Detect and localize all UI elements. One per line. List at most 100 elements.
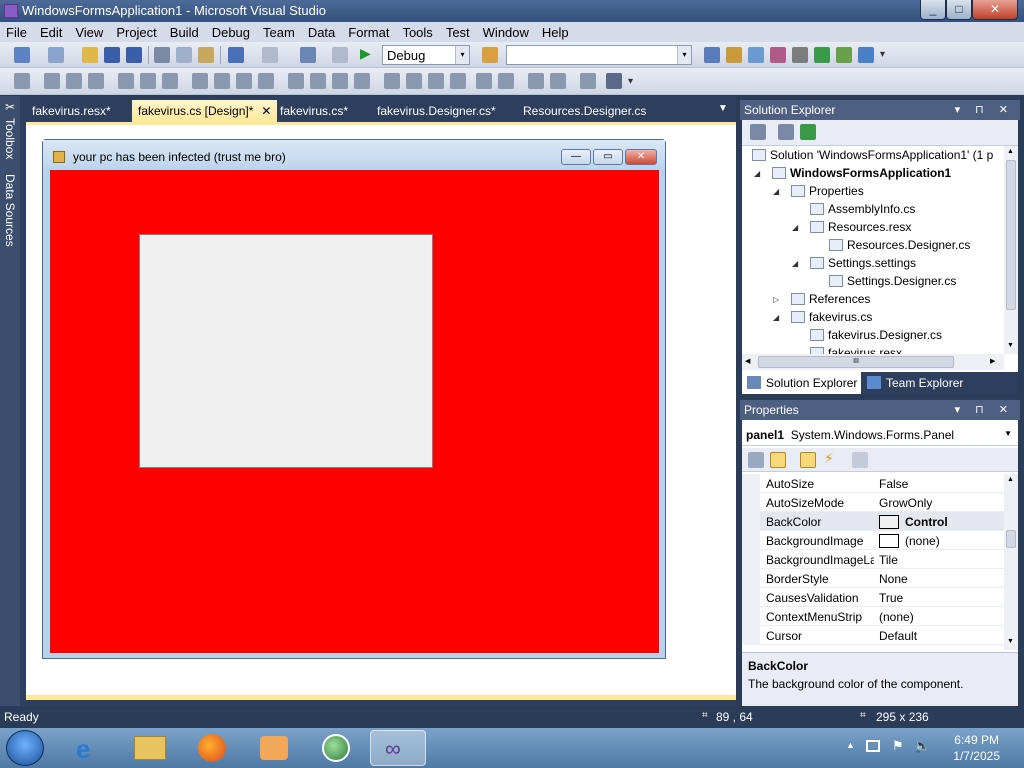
properties-window-icon[interactable] bbox=[726, 47, 742, 63]
tree-node-fakevirus-designer[interactable]: fakevirus.Designer.cs bbox=[810, 328, 942, 342]
add-item-icon[interactable] bbox=[48, 47, 64, 63]
property-row[interactable]: ContextMenuStrip (none) bbox=[742, 607, 1004, 626]
align-lefts-icon[interactable] bbox=[44, 73, 60, 89]
align-tops-icon[interactable] bbox=[118, 73, 134, 89]
vertical-spacing-increase-icon[interactable] bbox=[406, 73, 422, 89]
solution-vertical-scrollbar[interactable]: ▲ ▼ bbox=[1004, 146, 1018, 354]
save-all-icon[interactable] bbox=[126, 47, 142, 63]
open-folder-icon[interactable] bbox=[82, 47, 98, 63]
start-button[interactable] bbox=[6, 730, 44, 766]
tree-node-properties[interactable]: ◢ Properties bbox=[773, 184, 864, 198]
solution-configuration-dropdown[interactable]: Debug ▾ bbox=[382, 45, 470, 65]
vertical-spacing-decrease-icon[interactable] bbox=[428, 73, 444, 89]
property-row[interactable]: BackgroundImageLa Tile bbox=[742, 550, 1004, 569]
scroll-up-icon[interactable]: ▲ bbox=[1007, 148, 1014, 155]
size-to-grid-icon[interactable] bbox=[214, 73, 230, 89]
send-to-back-icon[interactable] bbox=[550, 73, 566, 89]
events-icon[interactable]: ⚡ bbox=[824, 450, 840, 466]
make-same-width-icon[interactable] bbox=[192, 73, 208, 89]
tree-node-settings-designer[interactable]: Settings.Designer.cs bbox=[829, 274, 956, 288]
taskbar-visual-studio[interactable]: ∞ bbox=[370, 730, 426, 766]
menu-tools[interactable]: Tools bbox=[396, 22, 439, 40]
solution-explorer-icon[interactable] bbox=[704, 47, 720, 63]
system-clock[interactable]: 6:49 PM 1/7/2025 bbox=[953, 732, 1000, 764]
scroll-down-icon[interactable]: ▼ bbox=[1007, 638, 1014, 645]
property-value[interactable]: False bbox=[879, 477, 908, 491]
property-value-container[interactable]: Control bbox=[879, 515, 948, 529]
menu-format[interactable]: Format bbox=[342, 22, 396, 40]
tab-fakevirus-cs-design[interactable]: fakevirus.cs [Design]* ✕ bbox=[132, 100, 278, 122]
tab-order-icon[interactable] bbox=[580, 73, 596, 89]
solution-horizontal-scrollbar[interactable]: ◀ III ▶ bbox=[742, 354, 1004, 370]
panel1-control[interactable] bbox=[139, 234, 433, 468]
tree-node-resources-designer[interactable]: Resources.Designer.cs bbox=[829, 238, 970, 252]
tree-node-project[interactable]: ◢ WindowsFormsApplication1 bbox=[754, 166, 951, 180]
vertical-spacing-equal-icon[interactable] bbox=[384, 73, 400, 89]
navigate-backward-icon[interactable] bbox=[300, 47, 316, 63]
show-all-files-icon[interactable] bbox=[778, 124, 794, 140]
taskbar-file-explorer[interactable] bbox=[122, 730, 178, 766]
tab-list-dropdown-icon[interactable]: ▼ bbox=[718, 103, 728, 114]
property-value-container[interactable]: (none) bbox=[879, 534, 940, 548]
tab-team-explorer[interactable]: Team Explorer bbox=[862, 372, 967, 394]
make-same-height-icon[interactable] bbox=[236, 73, 252, 89]
scroll-thumb[interactable]: III bbox=[758, 356, 954, 368]
expand-icon[interactable]: ◢ bbox=[773, 187, 779, 196]
refresh-icon[interactable] bbox=[800, 124, 816, 140]
tree-node-fakevirus-resx[interactable]: fakevirus.resx bbox=[810, 346, 902, 354]
close-tab-icon[interactable]: ✕ bbox=[261, 104, 271, 118]
properties-icon[interactable] bbox=[750, 124, 766, 140]
horizontal-spacing-remove-icon[interactable] bbox=[354, 73, 370, 89]
maximize-button[interactable]: □ bbox=[946, 0, 972, 20]
align-to-grid-icon[interactable] bbox=[14, 73, 30, 89]
center-horizontally-icon[interactable] bbox=[476, 73, 492, 89]
center-vertically-icon[interactable] bbox=[498, 73, 514, 89]
menu-data[interactable]: Data bbox=[302, 22, 342, 40]
designed-form[interactable]: your pc has been infected (trust me bro)… bbox=[42, 139, 666, 659]
flag-icon[interactable]: ⚑ bbox=[892, 738, 904, 754]
property-row[interactable]: AutoSize False bbox=[742, 474, 1004, 493]
vertical-spacing-remove-icon[interactable] bbox=[450, 73, 466, 89]
properties-view-icon[interactable] bbox=[800, 452, 816, 468]
form-client-area[interactable] bbox=[50, 170, 659, 653]
taskbar-network-app[interactable] bbox=[308, 730, 364, 766]
menu-project[interactable]: Project bbox=[110, 22, 163, 40]
property-value[interactable]: Tile bbox=[879, 553, 898, 567]
bring-to-front-icon[interactable] bbox=[528, 73, 544, 89]
menu-debug[interactable]: Debug bbox=[206, 22, 257, 40]
menu-file[interactable]: File bbox=[0, 22, 34, 40]
property-value[interactable]: Default bbox=[879, 629, 917, 643]
expand-icon[interactable]: ◢ bbox=[792, 259, 798, 268]
tree-node-resources-resx[interactable]: ◢ Resources.resx bbox=[792, 220, 911, 234]
menu-edit[interactable]: Edit bbox=[34, 22, 69, 40]
property-value[interactable]: (none) bbox=[879, 610, 914, 624]
scroll-right-icon[interactable]: ▶ bbox=[990, 357, 995, 365]
start-page-icon[interactable] bbox=[814, 47, 830, 63]
redo-icon[interactable] bbox=[262, 47, 278, 63]
property-row[interactable]: Cursor Default bbox=[742, 626, 1004, 645]
property-row[interactable]: BackgroundImage (none) bbox=[742, 531, 1004, 550]
start-debugging-icon[interactable]: ▶ bbox=[360, 45, 376, 61]
tab-fakevirus-resx[interactable]: fakevirus.resx* bbox=[26, 100, 117, 122]
tree-node-fakevirus-cs[interactable]: ◢ fakevirus.cs bbox=[773, 310, 872, 324]
close-button[interactable]: ✕ bbox=[972, 0, 1018, 20]
property-row-selected[interactable]: BackColor Control bbox=[742, 512, 1004, 531]
menu-help[interactable]: Help bbox=[536, 22, 576, 40]
object-browser-icon[interactable] bbox=[748, 47, 764, 63]
expand-icon[interactable]: ◢ bbox=[754, 169, 760, 178]
new-project-icon[interactable] bbox=[14, 47, 30, 63]
tree-node-solution[interactable]: Solution 'WindowsFormsApplication1' (1 p bbox=[752, 148, 993, 162]
tab-fakevirus-cs[interactable]: fakevirus.cs* bbox=[274, 100, 354, 122]
horizontal-spacing-equal-icon[interactable] bbox=[288, 73, 304, 89]
tools-icon[interactable] bbox=[792, 47, 808, 63]
tree-node-assemblyinfo[interactable]: AssemblyInfo.cs bbox=[810, 202, 915, 216]
menu-window[interactable]: Window bbox=[477, 22, 536, 40]
toolbar-options-icon[interactable]: ▾ bbox=[880, 49, 896, 65]
lock-controls-icon[interactable] bbox=[606, 73, 622, 89]
align-bottoms-icon[interactable] bbox=[162, 73, 178, 89]
toolbox-tab[interactable]: Toolbox bbox=[3, 118, 17, 159]
toolbar-options-icon[interactable]: ▾ bbox=[628, 76, 644, 92]
properties-vertical-scrollbar[interactable]: ▲ ▼ bbox=[1004, 474, 1018, 650]
object-selector-dropdown[interactable]: panel1 System.Windows.Forms.Panel ▼ bbox=[742, 424, 1018, 446]
scroll-thumb[interactable] bbox=[1006, 530, 1016, 548]
